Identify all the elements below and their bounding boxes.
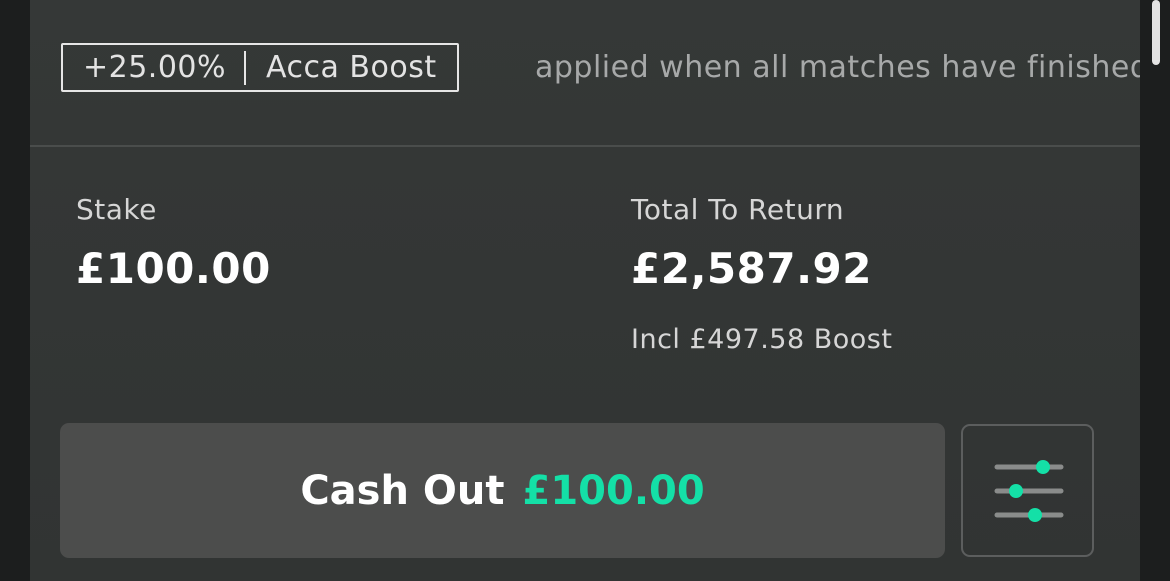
cash-out-settings-button[interactable] [961, 424, 1094, 557]
total-return-value: £2,587.92 [631, 244, 872, 293]
boost-percent: +25.00% [83, 50, 227, 85]
boost-applied-note: applied when all matches have finished [535, 50, 1140, 85]
acca-boost-badge: +25.00% Acca Boost [61, 43, 459, 92]
stake-value: £100.00 [76, 244, 271, 293]
cash-out-amount: £100.00 [522, 467, 705, 514]
scrollbar-thumb[interactable] [1152, 0, 1160, 65]
cash-out-button[interactable]: Cash Out £100.00 [60, 423, 945, 558]
boost-name: Acca Boost [266, 50, 437, 85]
bet-card: +25.00% Acca Boost applied when all matc… [30, 0, 1140, 581]
section-divider [30, 145, 1140, 147]
bet-slip-page: +25.00% Acca Boost applied when all matc… [0, 0, 1170, 581]
boost-row: +25.00% Acca Boost applied when all matc… [30, 0, 1140, 146]
scrollbar-track[interactable] [1140, 0, 1170, 581]
stake-label: Stake [76, 193, 157, 226]
total-return-label: Total To Return [631, 193, 845, 226]
boost-included-note: Incl £497.58 Boost [631, 324, 893, 355]
sliders-icon [994, 460, 1064, 522]
cash-out-label: Cash Out [300, 467, 505, 514]
